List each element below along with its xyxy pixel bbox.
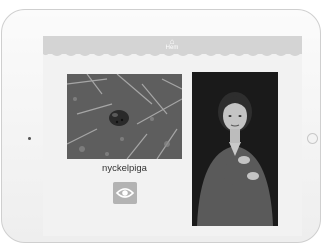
front-camera <box>28 137 31 140</box>
home-label: Hem <box>165 45 179 51</box>
reveal-button[interactable] <box>113 182 137 204</box>
sign-language-video[interactable] <box>192 72 278 226</box>
device-home-button[interactable] <box>307 133 318 144</box>
word-label: nyckelpiga <box>102 163 147 174</box>
app-screen: ⌂ Hem nyckelpiga <box>43 36 302 236</box>
home-icon: ⌂ <box>169 37 175 46</box>
ladybug-photo <box>67 74 182 159</box>
eye-icon <box>115 188 135 198</box>
home-button[interactable]: ⌂ Hem <box>162 38 182 52</box>
tablet-frame: ⌂ Hem nyckelpiga <box>1 9 321 243</box>
